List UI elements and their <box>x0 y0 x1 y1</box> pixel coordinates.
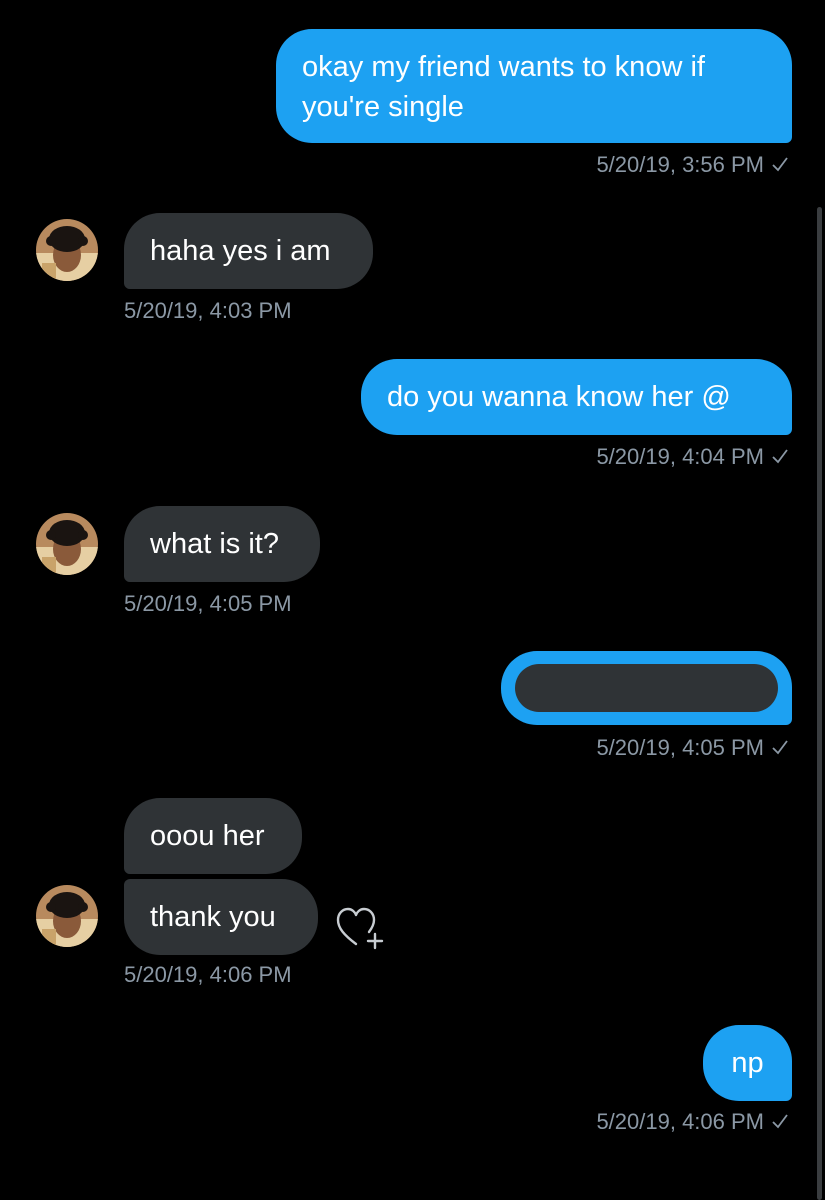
message-text: thank you <box>150 901 276 933</box>
outgoing-message-bubble[interactable]: do you wanna know her @ <box>361 359 792 435</box>
message-timestamp: 5/20/19, 4:04 PM <box>596 443 790 471</box>
message-text: do you wanna know her @ <box>387 381 731 413</box>
check-icon <box>772 449 788 464</box>
incoming-message-bubble[interactable]: haha yes i am <box>124 213 373 289</box>
redaction-bar <box>515 664 778 712</box>
incoming-message-bubble[interactable]: ooou her <box>124 798 302 874</box>
avatar-image <box>36 885 98 947</box>
message-text: ooou her <box>150 820 265 852</box>
message-text: what is it? <box>150 528 279 560</box>
timestamp-text: 5/20/19, 4:05 PM <box>596 735 764 760</box>
message-text-line: you're single <box>302 91 464 123</box>
message-text: np <box>731 1047 764 1079</box>
outgoing-message-bubble-redacted[interactable] <box>501 651 792 725</box>
avatar[interactable] <box>36 513 98 575</box>
heart-add-icon[interactable] <box>336 906 386 950</box>
avatar-image <box>36 513 98 575</box>
outgoing-message-bubble[interactable]: np <box>703 1025 792 1101</box>
check-icon <box>772 157 788 172</box>
avatar-image <box>36 219 98 281</box>
avatar[interactable] <box>36 885 98 947</box>
avatar[interactable] <box>36 219 98 281</box>
message-text-line: okay my friend wants to know if <box>302 51 705 83</box>
scrollbar[interactable] <box>817 207 822 1200</box>
check-icon <box>772 1114 788 1129</box>
message-timestamp: 5/20/19, 3:56 PM <box>596 151 790 179</box>
timestamp-text: 5/20/19, 3:56 PM <box>596 152 764 177</box>
timestamp-text: 5/20/19, 4:04 PM <box>596 444 764 469</box>
check-icon <box>772 740 788 755</box>
message-timestamp: 5/20/19, 4:05 PM <box>124 591 292 616</box>
timestamp-text: 5/20/19, 4:06 PM <box>596 1109 764 1134</box>
message-timestamp: 5/20/19, 4:06 PM <box>124 962 292 987</box>
message-timestamp: 5/20/19, 4:03 PM <box>124 298 292 323</box>
message-text: haha yes i am <box>150 235 331 267</box>
message-timestamp: 5/20/19, 4:05 PM <box>596 734 790 762</box>
incoming-message-bubble[interactable]: what is it? <box>124 506 320 582</box>
outgoing-message-bubble[interactable]: okay my friend wants to know if you're s… <box>276 29 792 143</box>
message-timestamp: 5/20/19, 4:06 PM <box>596 1108 790 1136</box>
incoming-message-bubble[interactable]: thank you <box>124 879 318 955</box>
